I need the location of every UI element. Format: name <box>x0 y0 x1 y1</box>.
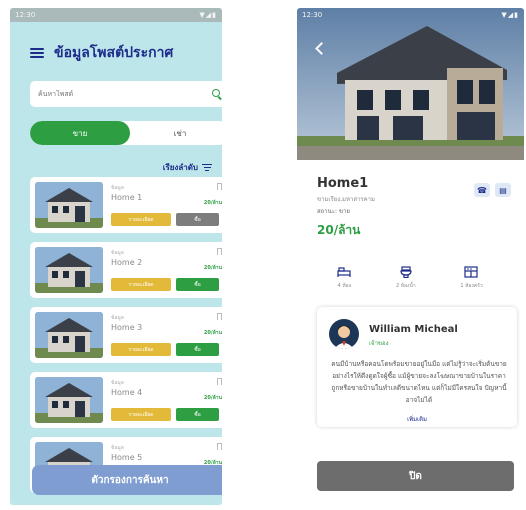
feature-list: 4 ห้อง 2 ห้องน้ำ 1 ห้องครัว <box>315 266 505 290</box>
listing-actions: รายละเอียด ซื้อ <box>111 343 219 356</box>
property-status: สถานะ: ขาย <box>317 208 350 215</box>
listing-meta: ข้อมูล <box>111 315 124 321</box>
more-link[interactable]: เพิ่มเติม <box>317 414 517 424</box>
chat-icon[interactable]: ▤ <box>495 183 511 197</box>
owner-name: William Micheal <box>369 324 458 335</box>
bed-icon <box>337 267 351 277</box>
listing-thumbnail <box>35 247 103 293</box>
buy-button[interactable]: ซื้อ <box>176 278 219 291</box>
listing-actions: รายละเอียด ซื้อ <box>111 408 219 421</box>
listing-thumbnail <box>35 377 103 423</box>
owner-card: William Micheal เจ้าของ คนมีบ้านหรือคอนโ… <box>317 307 517 427</box>
sort-icon <box>202 164 212 171</box>
avatar <box>329 319 359 349</box>
sort-label: เรียงลำดับ <box>162 163 198 172</box>
listing-card[interactable]: ข้อมูล Home 3 20/ล้าน รายละเอียด ซื้อ <box>30 307 222 363</box>
status-bar: 12:30 ▼◢▮ <box>10 8 222 22</box>
feature-label: 4 ห้อง <box>337 283 352 289</box>
listing-card[interactable]: ข้อมูล Home 1 20/ล้าน รายละเอียด ซื้อ <box>30 177 222 233</box>
listing-info: ข้อมูล Home 2 20/ล้าน รายละเอียด ซื้อ <box>103 247 222 293</box>
close-button[interactable]: ปิด <box>317 461 514 491</box>
listing-actions: รายละเอียด ซื้อ <box>111 213 219 226</box>
details-button[interactable]: รายละเอียด <box>111 213 171 226</box>
feature-label: 1 ห้องครัว <box>460 283 483 289</box>
status-time: 12:30 <box>302 11 323 19</box>
bookmark-icon[interactable] <box>217 183 222 190</box>
tab-sale[interactable]: ขาย <box>30 121 130 145</box>
bookmark-icon[interactable] <box>217 313 222 320</box>
listing-thumbnail <box>35 312 103 358</box>
listing-price: 20/ล้าน <box>203 200 222 206</box>
listing-screen: 12:30 ▼◢▮ ข้อมูลโพสต์ประกาศ ขาย เช่า เรี… <box>10 8 222 505</box>
status-time: 12:30 <box>15 11 36 19</box>
listing-card[interactable]: ข้อมูล Home 4 20/ล้าน รายละเอียด ซื้อ <box>30 372 222 428</box>
property-title: Home1 <box>317 176 369 191</box>
property-price: 20/ล้าน <box>317 223 361 237</box>
status-bar: 12:30 ▼◢▮ <box>297 8 524 22</box>
listing-price: 20/ล้าน <box>203 395 222 401</box>
property-summary: Home1 ขามเรียง,มหาสารคาม สถานะ: ขาย 20/ล… <box>317 176 375 240</box>
property-photo <box>297 8 524 160</box>
listing-info: ข้อมูล Home 3 20/ล้าน รายละเอียด ซื้อ <box>103 312 222 358</box>
property-location: ขามเรียง,มหาสารคาม <box>317 196 375 203</box>
tab-rent[interactable]: เช่า <box>130 121 222 145</box>
toilet-icon <box>400 266 412 278</box>
buy-button[interactable]: ซื้อ <box>176 213 219 226</box>
status-icons: ▼◢▮ <box>501 11 519 19</box>
details-button[interactable]: รายละเอียด <box>111 343 171 356</box>
details-button[interactable]: รายละเอียด <box>111 278 171 291</box>
listing-price: 20/ล้าน <box>203 330 222 336</box>
bookmark-icon[interactable] <box>217 443 222 450</box>
header: ข้อมูลโพสต์ประกาศ <box>30 42 173 64</box>
listing-list: ข้อมูล Home 1 20/ล้าน รายละเอียด ซื้อ ข้อมูล H… <box>30 177 222 502</box>
listing-meta: ข้อมูล <box>111 445 124 451</box>
listing-meta: ข้อมูล <box>111 250 124 256</box>
sort-control[interactable]: เรียงลำดับ <box>163 161 212 174</box>
owner-description: คนมีบ้านหรือคอนโดพร้อมขายอยู่ในมือ แต่ไม… <box>331 360 507 404</box>
feature-kitchen: 1 ห้องครัว <box>460 266 483 290</box>
menu-icon[interactable] <box>30 48 44 58</box>
kitchen-icon <box>464 266 479 278</box>
details-button[interactable]: รายละเอียด <box>111 408 171 421</box>
buy-button[interactable]: ซื้อ <box>176 343 219 356</box>
phone-icon[interactable]: ☎ <box>474 183 490 197</box>
sale-rent-toggle: ขาย เช่า <box>30 121 222 145</box>
listing-info: ข้อมูล Home 4 20/ล้าน รายละเอียด ซื้อ <box>103 377 222 423</box>
listing-thumbnail <box>35 182 103 228</box>
listing-info: ข้อมูล Home 1 20/ล้าน รายละเอียด ซื้อ <box>103 182 222 228</box>
feature-bathroom: 2 ห้องน้ำ <box>396 266 416 290</box>
listing-price: 20/ล้าน <box>203 265 222 271</box>
bookmark-icon[interactable] <box>217 378 222 385</box>
search-input[interactable] <box>38 90 188 98</box>
bookmark-icon[interactable] <box>217 248 222 255</box>
search-icon[interactable] <box>212 89 222 99</box>
feature-bedroom: 4 ห้อง <box>337 266 351 290</box>
listing-card[interactable]: ข้อมูล Home 2 20/ล้าน รายละเอียด ซื้อ <box>30 242 222 298</box>
buy-button[interactable]: ซื้อ <box>176 408 219 421</box>
listing-meta: ข้อมูล <box>111 380 124 386</box>
search-bar <box>30 81 222 107</box>
feature-label: 2 ห้องน้ำ <box>395 283 416 289</box>
filter-button[interactable]: ตัวกรองการค้นหา <box>32 465 222 495</box>
listing-meta: ข้อมูล <box>111 185 124 191</box>
owner-role: เจ้าของ <box>369 340 389 347</box>
detail-screen: 12:30 ▼◢▮ Home1 ขามเรียง,มหาสารคาม สถานะ… <box>297 8 524 505</box>
status-icons: ▼◢▮ <box>199 11 217 19</box>
page-title: ข้อมูลโพสต์ประกาศ <box>54 45 174 61</box>
listing-actions: รายละเอียด ซื้อ <box>111 278 219 291</box>
